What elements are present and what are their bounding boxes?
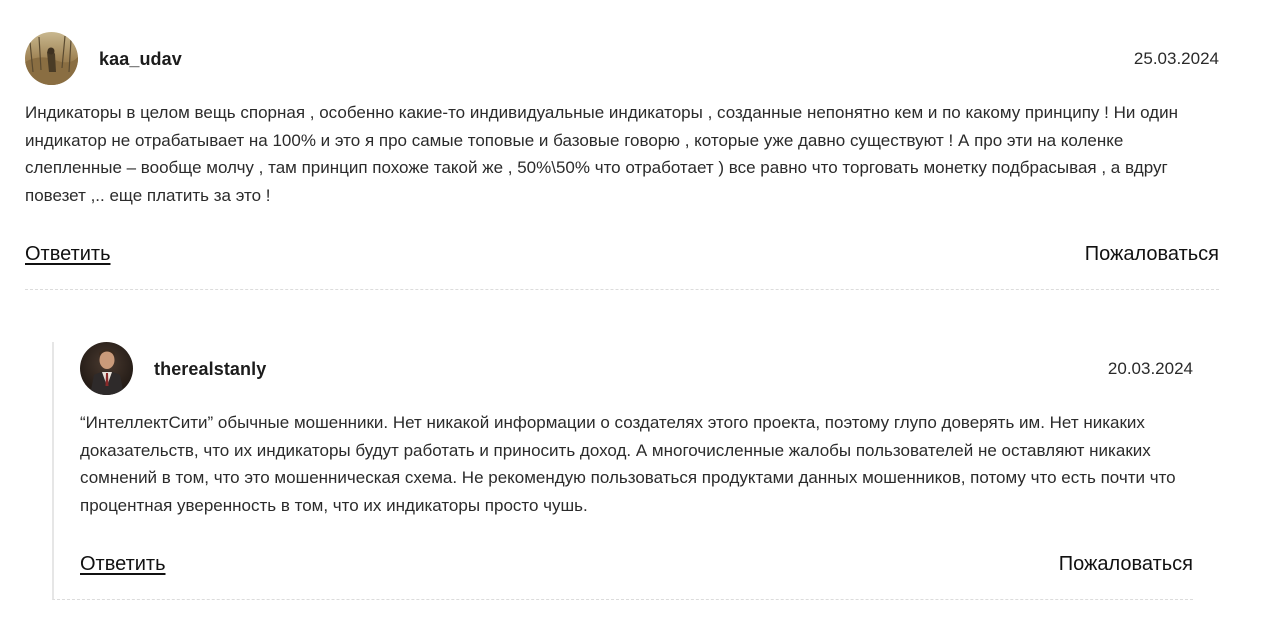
comment: kaa_udav 25.03.2024 Индикаторы в целом в… <box>25 32 1219 290</box>
user-avatar[interactable] <box>80 342 133 395</box>
comment-text: Индикаторы в целом вещь спорная , особен… <box>25 103 1178 205</box>
comment-date: 25.03.2024 <box>1133 49 1219 68</box>
username[interactable]: therealstanly <box>154 359 266 380</box>
comment-text: “ИнтеллектСити” обычные мошенники. Нет н… <box>80 413 1176 515</box>
username[interactable]: kaa_udav <box>99 49 182 70</box>
complain-link[interactable]: Пожаловаться <box>1059 553 1193 576</box>
complain-link[interactable]: Пожаловаться <box>1085 243 1219 266</box>
user-avatar[interactable] <box>25 32 78 85</box>
comment-date: 20.03.2024 <box>1107 359 1193 378</box>
reply-link[interactable]: Ответить <box>80 553 166 576</box>
reply-comment: therealstanly 20.03.2024 “ИнтеллектСити”… <box>52 342 1193 600</box>
reply-link[interactable]: Ответить <box>25 243 111 266</box>
